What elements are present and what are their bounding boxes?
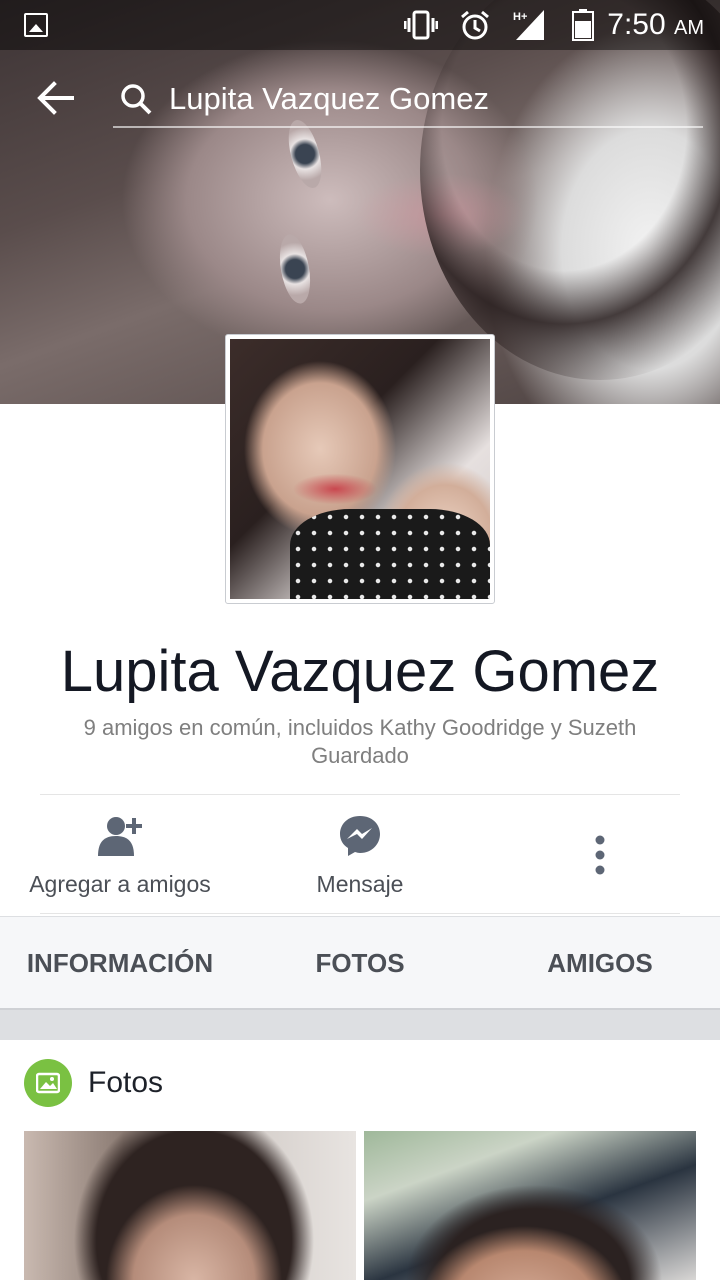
- cover-photo-eye: [275, 232, 315, 306]
- photo-thumbnail[interactable]: [364, 1131, 696, 1280]
- add-friend-label: Agregar a amigos: [29, 871, 211, 897]
- clock: 7:50 AM: [607, 8, 704, 45]
- photos-section: Fotos: [0, 1040, 720, 1280]
- message-label: Mensaje: [316, 871, 404, 897]
- network-label: H+: [513, 11, 527, 23]
- gallery-icon: [24, 13, 48, 37]
- tab-informacion[interactable]: INFORMACIÓN: [0, 917, 240, 1009]
- tab-fotos[interactable]: FOTOS: [240, 917, 480, 1009]
- profile-picture[interactable]: [225, 334, 495, 604]
- profile-actions: Agregar a amigos Mensaje: [0, 800, 720, 914]
- more-vertical-icon: [595, 835, 605, 875]
- mutual-friends-text[interactable]: 9 amigos en común, incluidos Kathy Goodr…: [60, 714, 660, 770]
- cover-photo-shading: [420, 0, 720, 380]
- search-query[interactable]: Lupita Vazquez Gomez: [169, 80, 489, 118]
- profile-picture-image: [230, 339, 490, 599]
- signal-hplus-icon: H+: [512, 8, 546, 42]
- clock-ampm: AM: [674, 17, 704, 39]
- alarm-icon: [458, 8, 492, 42]
- photos-section-title[interactable]: Fotos: [88, 1064, 163, 1102]
- profile-tabs: INFORMACIÓN FOTOS AMIGOS: [0, 916, 720, 1010]
- status-bar: H+ 7:50 AM: [0, 0, 720, 50]
- vibrate-icon: [404, 8, 438, 42]
- clock-time: 7:50: [607, 8, 666, 41]
- profile-picture-detail: [290, 509, 490, 599]
- profile-name: Lupita Vazquez Gomez: [60, 639, 660, 704]
- add-friend-icon: [98, 817, 142, 856]
- section-separator: [0, 1010, 720, 1040]
- tab-amigos[interactable]: AMIGOS: [480, 917, 720, 1009]
- divider: [40, 913, 680, 914]
- back-button[interactable]: [36, 78, 76, 118]
- message-button[interactable]: Mensaje: [240, 800, 480, 914]
- battery-icon: [566, 8, 600, 42]
- back-arrow-icon: [37, 81, 74, 115]
- search-field[interactable]: Lupita Vazquez Gomez: [113, 70, 703, 128]
- photo-icon: [36, 1072, 60, 1094]
- photos-badge: [24, 1059, 72, 1107]
- divider: [40, 794, 680, 795]
- messenger-icon: [340, 816, 380, 856]
- add-friend-button[interactable]: Agregar a amigos: [0, 800, 240, 914]
- more-options-button[interactable]: [480, 800, 720, 914]
- search-icon: [121, 84, 152, 115]
- photo-thumbnail[interactable]: [24, 1131, 356, 1280]
- status-icons: H+: [404, 8, 600, 42]
